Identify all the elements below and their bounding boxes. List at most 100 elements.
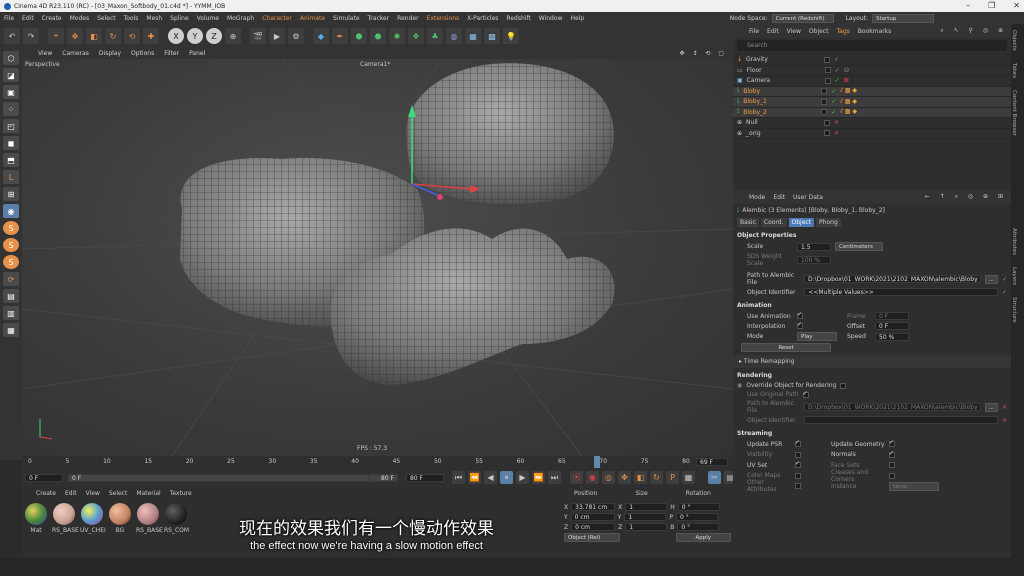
- menu-redshift[interactable]: Redshift: [506, 15, 530, 22]
- goto-start-icon[interactable]: ⏮: [452, 471, 465, 484]
- tag-icon[interactable]: ⚇: [844, 67, 849, 74]
- timeline-ruler[interactable]: 0 5 10 15 20 25 30 35 40 45 50 55 60 65 …: [28, 458, 690, 468]
- tag-icons[interactable]: ⫽ ▩ ◆: [840, 108, 857, 116]
- menu-simulate[interactable]: Simulate: [333, 15, 360, 22]
- object-search-input[interactable]: Search: [737, 40, 1007, 51]
- layout-select[interactable]: Startup: [872, 13, 934, 23]
- prev-key-icon[interactable]: ⏪: [468, 471, 481, 484]
- scheme-icon[interactable]: ✂: [708, 471, 721, 484]
- object-row-orig[interactable]: ⊕ _orig ✕: [733, 129, 1011, 139]
- field-icon[interactable]: ◍: [446, 28, 462, 44]
- path2-field[interactable]: D:\Dropbox\01_WORK\2021\2102_MAXON\alemb…: [803, 403, 981, 411]
- sculpt-s-icon-3[interactable]: S: [3, 255, 19, 269]
- goto-end-icon[interactable]: ⏭: [548, 471, 561, 484]
- mat-menu-view[interactable]: View: [86, 490, 100, 497]
- visibility-toggle[interactable]: [824, 77, 831, 84]
- tag-icons[interactable]: ⫽ ▩ ◆: [840, 87, 857, 95]
- side-tab-structure[interactable]: Structure: [1011, 291, 1017, 329]
- override-radio-icon[interactable]: ◉: [737, 382, 742, 389]
- tag-icons[interactable]: ⫽ ▩ ◆: [840, 98, 857, 106]
- object-row-bloby-2[interactable]: ⟟ Bloby_2 ✓ ⫽ ▩ ◆: [733, 107, 1011, 118]
- identifier2-field[interactable]: [804, 416, 998, 424]
- browse-button[interactable]: ...: [984, 274, 998, 284]
- menu-xparticles[interactable]: X-Particles: [467, 15, 498, 22]
- menu-render[interactable]: Render: [397, 15, 418, 22]
- side-tab-content-browser[interactable]: Content Browser: [1011, 84, 1017, 142]
- sculpt-s-icon-2[interactable]: S: [3, 238, 19, 252]
- menu-window[interactable]: Window: [539, 15, 563, 22]
- rot-h-field[interactable]: 0 °: [677, 503, 720, 511]
- stream-checkbox[interactable]: [795, 439, 801, 448]
- undo-icon[interactable]: ↶: [4, 28, 20, 44]
- visibility-toggle[interactable]: [824, 119, 831, 126]
- viewport-nav-icons[interactable]: ✥ ↕ ⟲ ▢: [680, 50, 727, 57]
- next-frame-icon[interactable]: ▶: [516, 471, 529, 484]
- floor-icon[interactable]: ▦: [465, 28, 481, 44]
- menu-extensions[interactable]: Extensions: [427, 15, 460, 22]
- disabled-x-icon[interactable]: ✕: [834, 130, 839, 137]
- enabled-check-icon[interactable]: ✓: [835, 77, 840, 84]
- cube-icon[interactable]: ◆: [313, 28, 329, 44]
- current-frame-field[interactable]: 69 F: [696, 458, 728, 466]
- instance-select[interactable]: None: [889, 481, 939, 491]
- stream-checkbox[interactable]: [889, 450, 895, 458]
- menu-create[interactable]: Create: [42, 15, 62, 22]
- key-position-icon[interactable]: ✥: [618, 471, 631, 484]
- visibility-toggle[interactable]: [824, 130, 831, 137]
- sculpt-s-icon-1[interactable]: S: [3, 221, 19, 235]
- key-scale-icon[interactable]: ◧: [634, 471, 647, 484]
- side-tab-attributes[interactable]: Attributes: [1011, 222, 1017, 261]
- enabled-check-icon[interactable]: ✓: [831, 98, 836, 105]
- coordinate-system-icon[interactable]: ⊕: [225, 28, 241, 44]
- uv-mode-icon[interactable]: ⬒: [3, 153, 19, 167]
- attr-nav-icons[interactable]: ← ↑ ⌕ ◎ ⊕ ⊞: [925, 193, 1007, 201]
- light-icon[interactable]: 💡: [503, 28, 519, 44]
- visibility-toggle[interactable]: [821, 98, 828, 105]
- 3d-viewport[interactable]: Perspective Camera1* FPS: 57.3: [22, 59, 733, 456]
- menu-modes[interactable]: Modes: [70, 15, 89, 22]
- axis-y-button[interactable]: Y: [187, 28, 203, 44]
- points-mode-icon[interactable]: ⁘: [3, 102, 19, 116]
- tab-object[interactable]: Object: [788, 218, 815, 227]
- cloner-icon[interactable]: ✺: [389, 28, 405, 44]
- menu-tools[interactable]: Tools: [124, 15, 139, 22]
- disabled-x-icon[interactable]: ✕: [834, 119, 839, 126]
- override-checkbox[interactable]: [840, 382, 847, 389]
- menu-edit[interactable]: Edit: [22, 15, 34, 22]
- stream-checkbox[interactable]: [795, 460, 801, 469]
- units-select[interactable]: Centimeters: [835, 242, 883, 251]
- key-rotation-icon[interactable]: ↻: [650, 471, 663, 484]
- tab-phong[interactable]: Phong: [816, 218, 841, 227]
- scale-field[interactable]: 1.5: [797, 242, 831, 251]
- polygons-mode-icon[interactable]: ◼: [3, 136, 19, 150]
- identifier-field[interactable]: <<Multiple Values>>: [804, 288, 998, 296]
- viewport-menu-view[interactable]: View: [38, 50, 52, 57]
- use-orig-checkbox[interactable]: [802, 390, 809, 398]
- select-tool-icon[interactable]: ⌖: [48, 28, 64, 44]
- subdivision-icon[interactable]: ⬢: [351, 28, 367, 44]
- viewport-scene[interactable]: [22, 59, 733, 456]
- model-mode-icon[interactable]: ◪: [3, 68, 19, 82]
- camera-icon[interactable]: ▩: [484, 28, 500, 44]
- render-picture-viewer-icon[interactable]: ▶: [269, 28, 285, 44]
- mat-menu-create[interactable]: Create: [36, 490, 56, 497]
- prev-frame-icon[interactable]: ◀: [484, 471, 497, 484]
- axis-z-button[interactable]: Z: [206, 28, 222, 44]
- menu-file[interactable]: File: [4, 15, 14, 22]
- start-frame-field[interactable]: 0 F: [25, 474, 63, 482]
- stream-checkbox[interactable]: [795, 483, 801, 490]
- visibility-toggle[interactable]: [821, 109, 828, 116]
- visibility-toggle[interactable]: [824, 56, 831, 63]
- menu-character[interactable]: Character: [262, 15, 292, 22]
- solo-icon[interactable]: ◉: [3, 204, 19, 218]
- viewport-menu-filter[interactable]: Filter: [164, 50, 179, 57]
- texture-mode-icon[interactable]: ▣: [3, 85, 19, 99]
- preview-range-end[interactable]: 80 F: [368, 474, 398, 482]
- record-icon[interactable]: ⦿: [570, 471, 583, 484]
- time-remapping-group[interactable]: ▸ Time Remapping: [733, 355, 1011, 368]
- stream-checkbox[interactable]: [795, 451, 801, 458]
- mode-select[interactable]: Play: [797, 332, 837, 341]
- om-toolbar-icons[interactable]: ⌕ ↖ ⚲ ◎ ⊕: [940, 27, 1007, 35]
- scale-tool-icon[interactable]: ◧: [86, 28, 102, 44]
- mat-menu-select[interactable]: Select: [109, 490, 128, 497]
